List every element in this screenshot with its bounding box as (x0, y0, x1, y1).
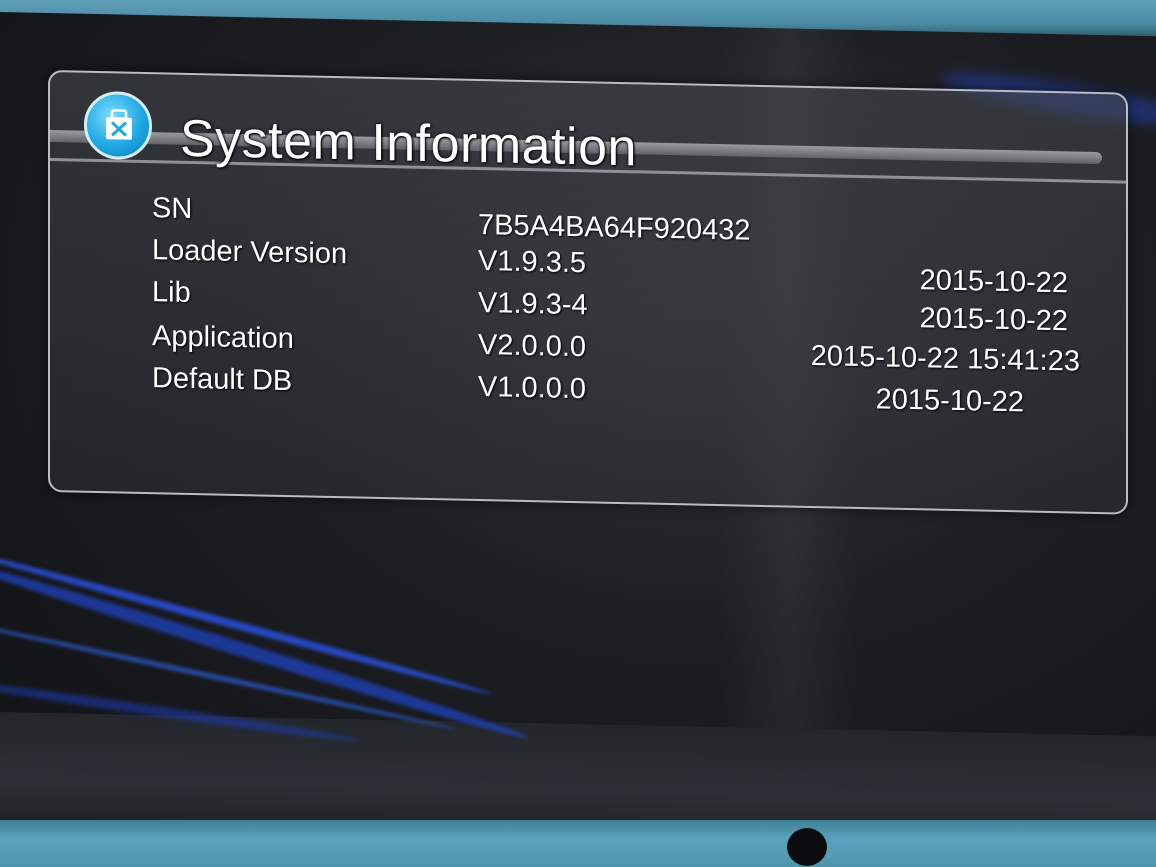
info-date: 2015-10-22 15:41:23 (810, 339, 1080, 378)
info-value: V1.9.3.5 (478, 245, 587, 280)
info-value: V1.9.3-4 (478, 287, 588, 322)
info-label: Application (152, 320, 294, 356)
toolbox-icon (84, 90, 152, 161)
info-label: SN (152, 192, 193, 226)
system-information-panel: System Information SN 7B5A4BA64F920432 L… (48, 70, 1128, 515)
ir-sensor-icon (787, 828, 827, 866)
info-value: V2.0.0.0 (478, 329, 587, 364)
info-label: Default DB (152, 362, 293, 398)
background-wave (0, 543, 493, 698)
info-date: 2015-10-22 (919, 302, 1068, 338)
info-label: Lib (152, 276, 191, 309)
page-title: System Information (180, 109, 637, 178)
info-value: V1.0.0.0 (478, 371, 587, 406)
info-date: 2015-10-22 (875, 383, 1024, 419)
info-label: Loader Version (152, 234, 348, 271)
tv-bezel-bottom (0, 820, 1156, 867)
